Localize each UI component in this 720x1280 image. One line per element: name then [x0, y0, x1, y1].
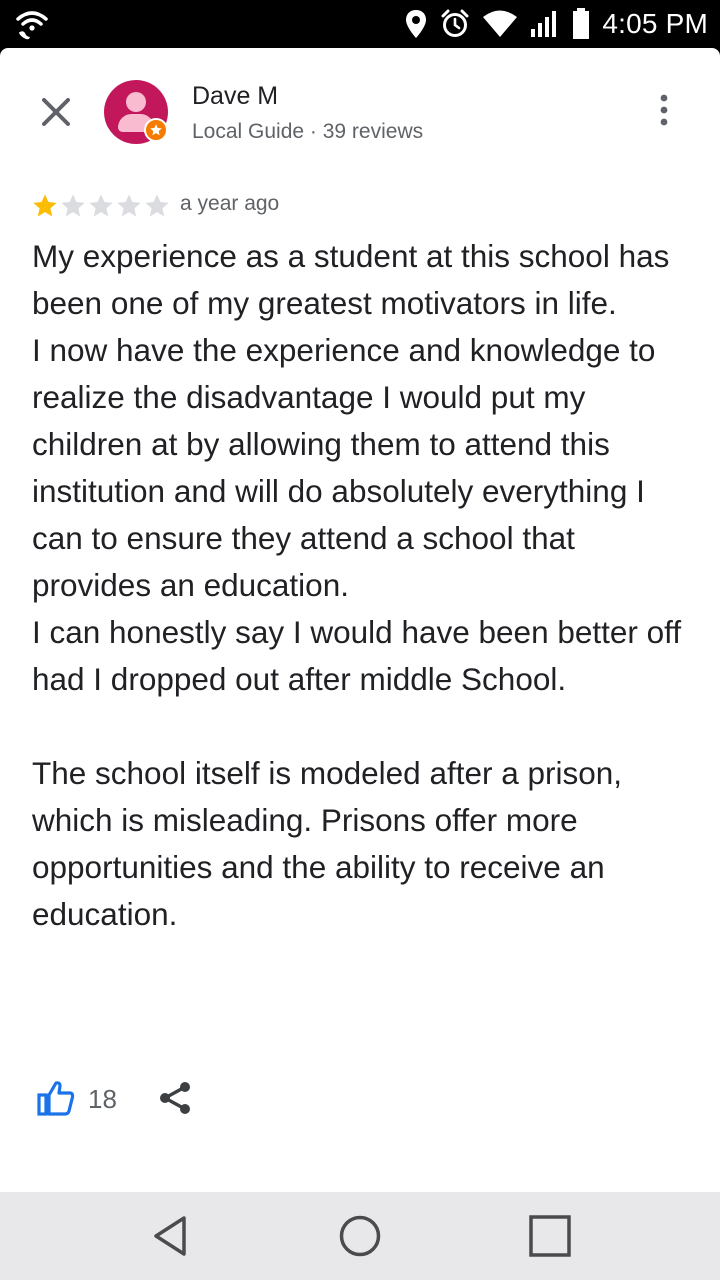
- back-triangle-icon: [154, 1216, 186, 1256]
- home-button[interactable]: [334, 1210, 386, 1262]
- reviewer-name[interactable]: Dave M: [192, 82, 278, 111]
- back-button[interactable]: [146, 1210, 198, 1262]
- signal-icon: [530, 9, 560, 39]
- wifi-calling-icon: [14, 6, 50, 47]
- close-button[interactable]: [36, 92, 76, 132]
- review-paragraph: The school itself is modeled after a pri…: [32, 755, 623, 932]
- review-text: My experience as a student at this schoo…: [32, 233, 696, 938]
- star-empty-icon: [89, 194, 113, 217]
- star-filled-icon: [33, 194, 57, 217]
- more-vert-icon: [660, 94, 668, 126]
- review-card: Dave M Local Guide · 39 reviews a year a…: [0, 48, 720, 1192]
- star-empty-icon: [61, 194, 85, 217]
- review-time: a year ago: [180, 192, 280, 215]
- like-button[interactable]: [36, 1078, 76, 1118]
- share-icon: [160, 1082, 190, 1114]
- review-paragraph: I now have the experience and knowledge …: [32, 332, 656, 603]
- close-icon: [42, 98, 70, 126]
- status-bar: 4:05 PM: [0, 0, 720, 48]
- alarm-icon: [440, 9, 470, 39]
- more-options-button[interactable]: [646, 92, 682, 128]
- star-rating: [31, 192, 171, 220]
- thumbs-up-icon: [37, 1081, 75, 1116]
- review-paragraph: I can honestly say I would have been bet…: [32, 614, 682, 697]
- like-count: 18: [88, 1084, 117, 1114]
- star-empty-icon: [117, 194, 141, 217]
- local-guide-badge-icon: [144, 118, 168, 142]
- navigation-bar: [0, 1192, 720, 1280]
- review-paragraph: My experience as a student at this schoo…: [32, 238, 670, 321]
- reviewer-subtitle: Local Guide · 39 reviews: [192, 120, 424, 143]
- wifi-icon: [482, 10, 518, 38]
- status-time: 4:05 PM: [602, 8, 708, 39]
- home-circle-icon: [339, 1215, 381, 1257]
- battery-icon: [572, 8, 590, 40]
- recents-square-icon: [529, 1215, 571, 1257]
- location-icon: [404, 8, 428, 40]
- recents-button[interactable]: [524, 1210, 576, 1262]
- avatar[interactable]: [104, 80, 168, 144]
- share-button[interactable]: [156, 1078, 196, 1118]
- star-empty-icon: [145, 194, 169, 217]
